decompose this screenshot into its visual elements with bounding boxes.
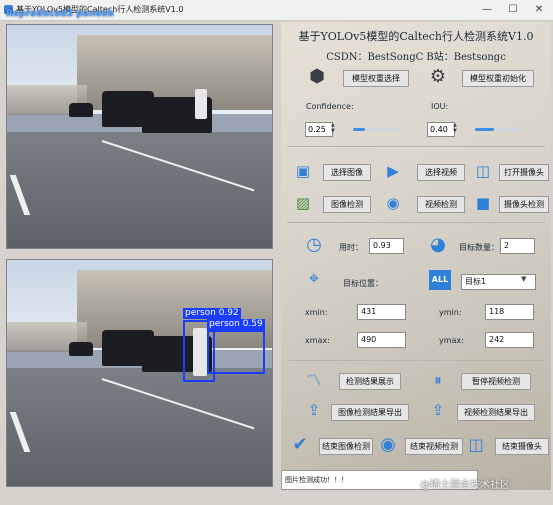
ymin-field: 118 [485, 304, 534, 320]
select-weights-button[interactable]: 模型权重选择 [343, 70, 409, 87]
export-video-results-button[interactable]: 视频检测结果导出 [457, 404, 535, 421]
upload-icon: ⇪ [431, 401, 445, 419]
detection-label: person 0.92 [183, 308, 241, 319]
location-icon: ⌖ [308, 268, 320, 289]
detection-label: person 0.59 [207, 319, 265, 330]
image-icon: ▣ [295, 162, 311, 180]
watermark: @稀土掘金技术社区 [420, 480, 510, 491]
camera-off-icon: ◫ [468, 435, 484, 454]
maximize-button[interactable]: ☐ [500, 2, 526, 18]
pause-video-button[interactable]: 暂停视频检测 [461, 373, 531, 390]
app-window: 基于YOLOv5模型的Caltech行人检测系统V1.0 — ☐ ✕ Repro… [0, 0, 553, 505]
iou-slider[interactable] [475, 128, 523, 131]
iou-label: IOU: [431, 102, 449, 111]
control-panel: 基于YOLOv5模型的Caltech行人检测系统V1.0 CSDN：BestSo… [281, 22, 551, 490]
detection-box [207, 330, 265, 374]
camera-detect-icon: ■ [475, 194, 491, 212]
close-button[interactable]: ✕ [526, 2, 552, 18]
pie-chart-icon: ◕ [430, 234, 446, 255]
author-info: CSDN：BestSongC B站：Bestsongc [326, 52, 506, 63]
detection-result-view: person 0.92 person 0.59 [6, 259, 273, 487]
confidence-spinbox[interactable]: 0.25 [305, 122, 333, 137]
video-icon: ▶ [387, 162, 399, 180]
select-image-button[interactable]: 选择图像 [323, 164, 371, 181]
time-field: 0.93 [369, 238, 404, 254]
position-label: 目标位置： [343, 279, 383, 288]
iou-spinbox[interactable]: 0.40 [427, 122, 455, 137]
time-label: 用时： [339, 243, 363, 252]
show-results-button[interactable]: 检测结果展示 [339, 373, 401, 390]
end-video-detect-button[interactable]: 结束视频检测 [405, 438, 463, 455]
xmin-label: xmin: [305, 308, 328, 317]
xmax-field: 490 [357, 332, 406, 348]
end-image-detect-button[interactable]: 结束图像检测 [319, 438, 373, 455]
original-image-view [6, 24, 273, 249]
xmin-field: 431 [357, 304, 406, 320]
pause-icon: ⏸ [434, 371, 442, 389]
scene-car [69, 103, 93, 117]
count-label: 目标数量： [459, 243, 499, 252]
select-video-button[interactable]: 选择视频 [417, 164, 465, 181]
minimize-button[interactable]: — [474, 2, 500, 18]
stop-icon: ◉ [380, 434, 396, 455]
iou-slider-fill [475, 128, 495, 131]
divider [287, 222, 545, 223]
confidence-slider-fill [353, 128, 365, 131]
scene-person [195, 89, 207, 119]
camera-icon: ◫ [475, 162, 491, 180]
confidence-slider[interactable] [353, 128, 401, 131]
cube-icon: ⬢ [309, 66, 325, 87]
webcam-icon: ◉ [386, 194, 400, 212]
export-image-results-button[interactable]: 图像检测结果导出 [331, 404, 409, 421]
scene-road [7, 132, 272, 248]
panel-title: 基于YOLOv5模型的Caltech行人检测系统V1.0 [298, 30, 534, 43]
ymax-label: ymax: [439, 336, 464, 345]
divider [287, 146, 545, 147]
iou-spin-arrows[interactable]: ▲ ▼ [453, 122, 457, 134]
end-camera-button[interactable]: 结束摄像头 [495, 438, 549, 455]
clock-icon: ◷ [306, 234, 322, 255]
line-chart-icon: 〽 [306, 371, 322, 389]
check-circle-icon: ✔ [292, 434, 308, 455]
upload-icon: ⇪ [307, 401, 321, 419]
scene-car [69, 342, 93, 356]
chevron-down-icon[interactable]: ▼ [521, 275, 526, 283]
ymin-label: ymin: [439, 308, 462, 317]
ymax-field: 242 [485, 332, 534, 348]
image-detect-button[interactable]: 图像检测 [323, 196, 371, 213]
confidence-label: Confidence: [306, 102, 354, 111]
settings-icon: ⚙ [429, 66, 447, 87]
scene-road [7, 368, 272, 486]
image-detect-icon: ▨ [295, 194, 311, 212]
video-overlay-logo: Reproduced3 paneeb [6, 9, 114, 19]
divider [287, 360, 545, 361]
init-weights-button[interactable]: 模型权重初始化 [462, 70, 534, 87]
camera-detect-button[interactable]: 摄像头检测 [499, 196, 549, 213]
xmax-label: xmax: [305, 336, 330, 345]
all-icon: ALL [429, 270, 451, 290]
confidence-spin-arrows[interactable]: ▲ ▼ [331, 122, 335, 134]
video-detect-button[interactable]: 视频检测 [417, 196, 465, 213]
count-field: 2 [500, 238, 535, 254]
open-camera-button[interactable]: 打开摄像头 [499, 164, 549, 181]
